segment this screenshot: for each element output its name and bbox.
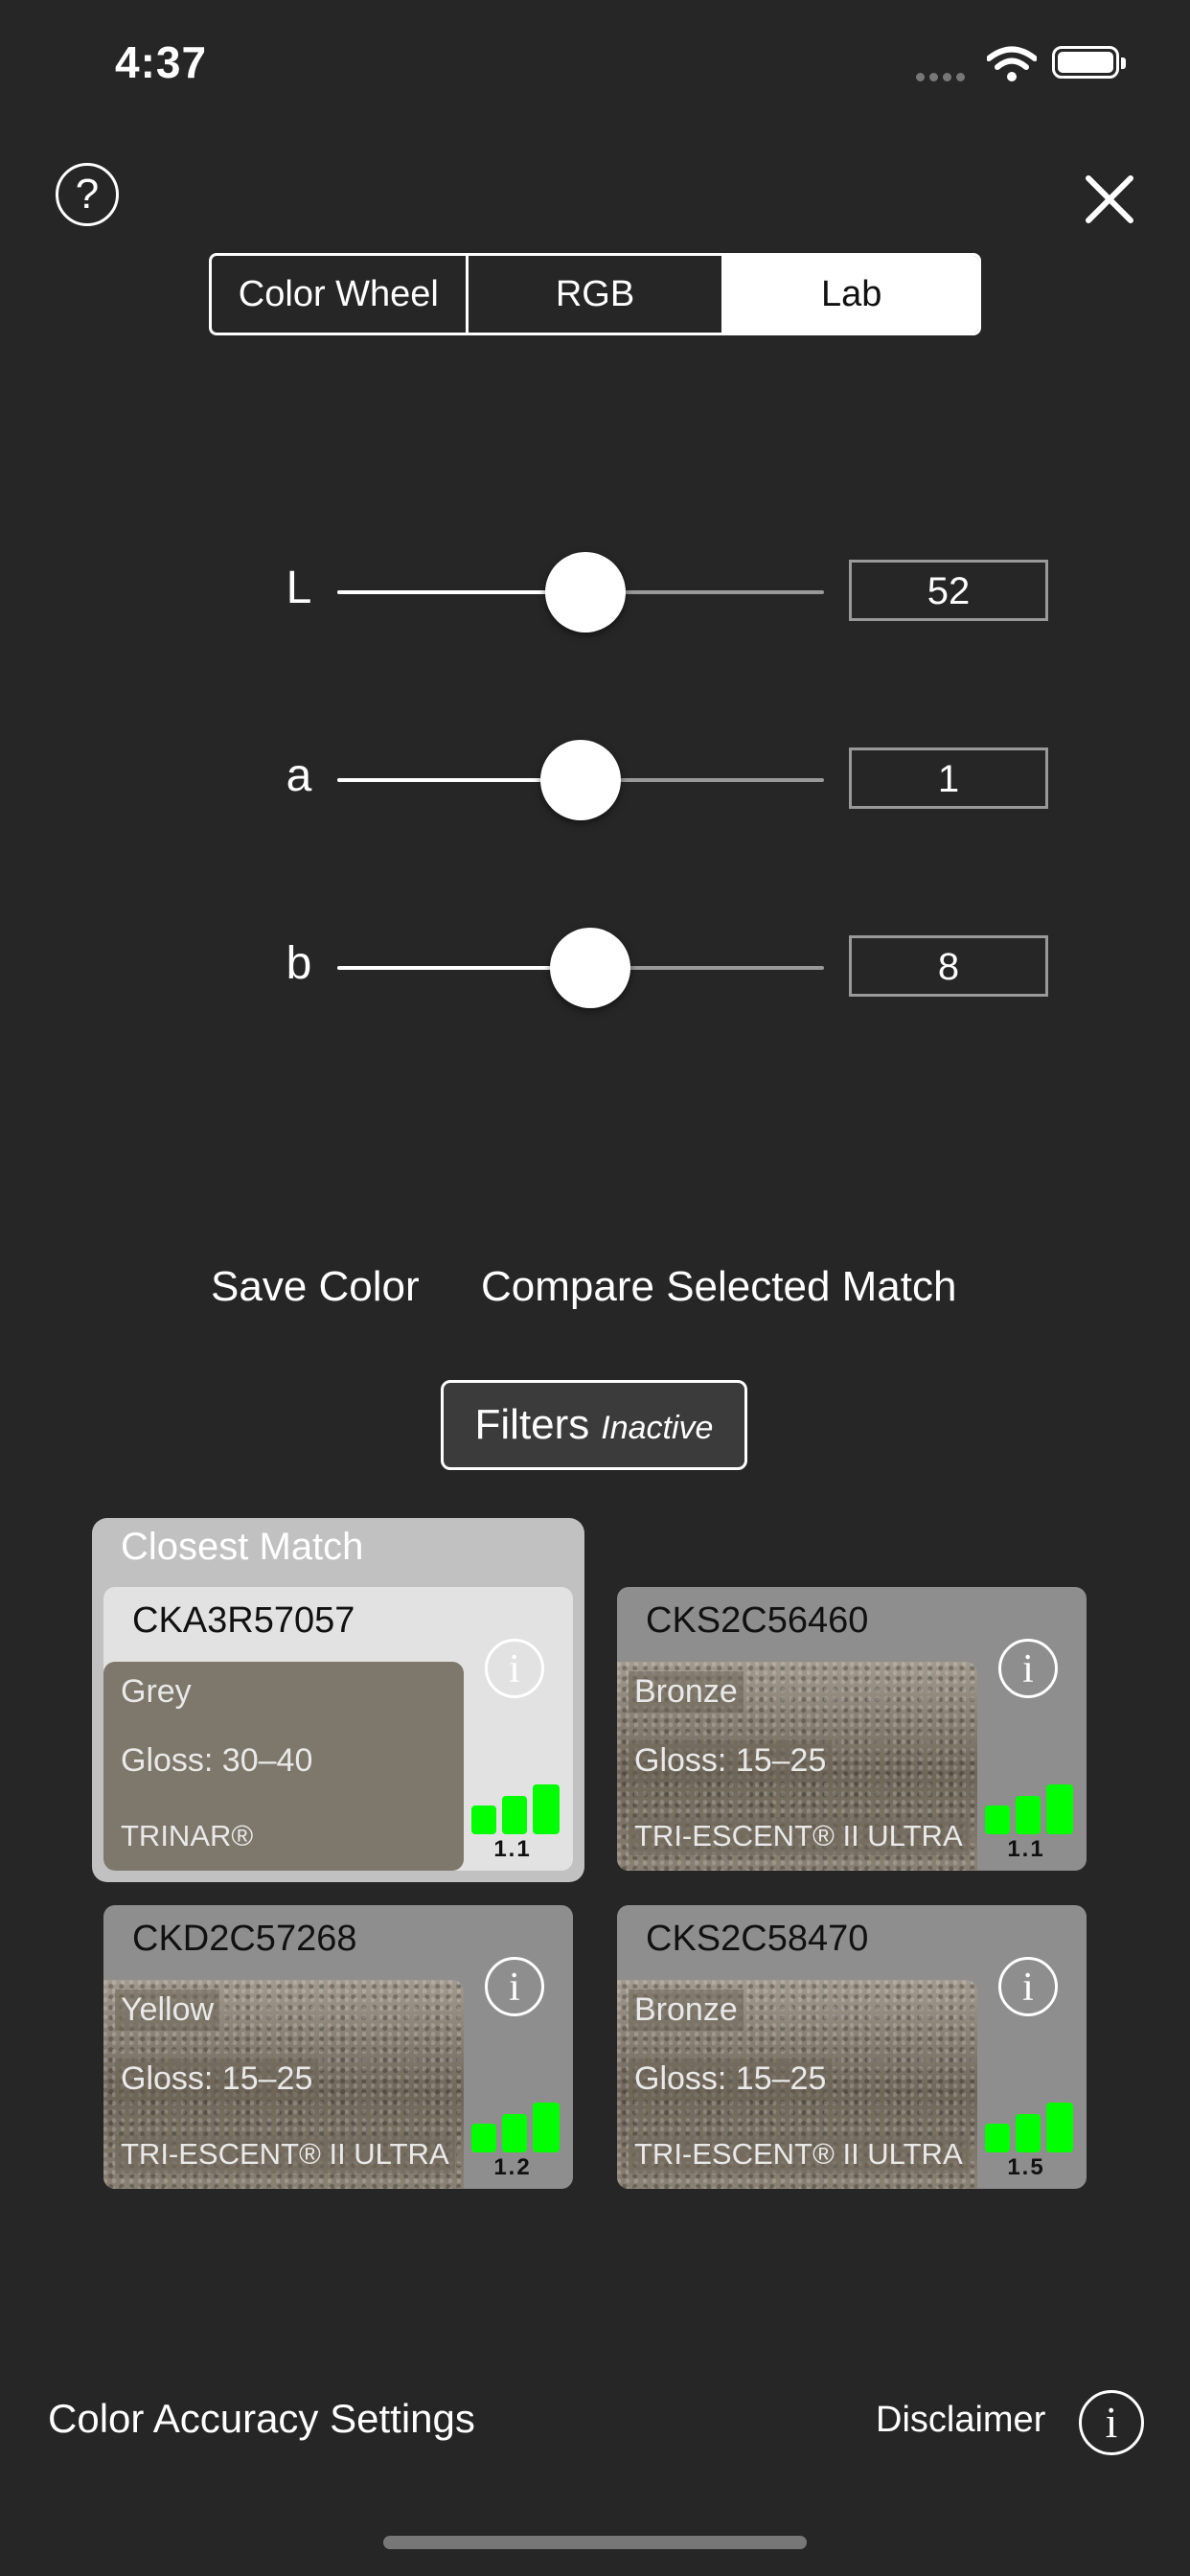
compare-selected-match-button[interactable]: Compare Selected Match [481,1263,956,1311]
info-button[interactable]: i [998,1639,1058,1698]
match-score: 1.1 [493,1836,532,1862]
info-button[interactable]: i [485,1957,544,2016]
tab-color-wheel[interactable]: Color Wheel [212,256,469,333]
help-button[interactable]: ? [56,163,119,226]
match-card[interactable]: CKS2C58470 Bronze Gloss: 15–25 TRI-ESCENT® … [617,1905,1087,2189]
color-swatch: Grey Gloss: 30–40 TRINAR® [103,1662,464,1871]
color-name: Yellow [115,1990,220,2031]
status-time: 4:37 [115,37,208,87]
color-name: Bronze [629,1671,744,1713]
slider-L[interactable] [337,552,824,632]
product-line: TRI-ESCENT® II ULTRA [115,2135,455,2174]
color-swatch: Yellow Gloss: 15–25 TRI-ESCENT® II ULTRA [103,1980,464,2189]
match-bar [1016,1796,1041,1834]
disclaimer-link[interactable]: Disclaimer [876,2400,1045,2441]
match-quality-bars-icon [471,2103,563,2152]
save-color-button[interactable]: Save Color [211,1263,420,1311]
color-swatch: Bronze Gloss: 15–25 TRI-ESCENT® II ULTRA [617,1980,977,2189]
gloss-range: Gloss: 15–25 [629,1740,833,1782]
match-score: 1.2 [493,2154,532,2180]
filters-label: Filters [474,1401,590,1448]
closest-match-card[interactable]: CKA3R57057 Grey Gloss: 30–40 TRINAR® i 1.1 [103,1587,573,1871]
filters-button[interactable]: Filters Inactive [441,1380,747,1470]
product-line: TRI-ESCENT® II ULTRA [629,2135,969,2174]
match-score: 1.5 [1007,2154,1045,2180]
info-icon: i [1022,1647,1034,1691]
slider-value-field-b[interactable]: 8 [849,935,1048,997]
color-mode-tabs: Color Wheel RGB Lab [209,253,981,335]
match-quality-bars-icon [471,1784,563,1834]
info-button[interactable]: i [485,1639,544,1698]
slider-thumb[interactable] [540,740,621,820]
info-icon: i [509,1966,520,2010]
question-circle-icon: ? [75,171,100,218]
match-quality-bars-icon [985,1784,1077,1834]
battery-icon [1052,46,1126,79]
slider-thumb[interactable] [550,928,631,1008]
match-card[interactable]: CKD2C57268 Yellow Gloss: 15–25 TRI-ESCENT® … [103,1905,573,2189]
slider-label-a: a [286,750,312,801]
product-line: TRINAR® [121,1819,254,1852]
match-score: 1.1 [1007,1836,1045,1862]
paint-code: CKA3R57057 [132,1600,355,1641]
slider-a[interactable] [337,740,824,820]
paint-code: CKS2C56460 [646,1600,869,1641]
home-indicator[interactable] [383,2536,807,2549]
color-name: Grey [121,1673,192,1710]
slider-thumb[interactable] [545,552,627,632]
tab-rgb[interactable]: RGB [469,256,725,333]
filters-status: Inactive [601,1410,714,1446]
disclaimer-info-button[interactable]: i [1079,2390,1144,2455]
match-bar [533,1784,560,1834]
paint-code: CKS2C58470 [646,1919,869,1959]
match-quality-bars-icon [985,2103,1077,2152]
gloss-range: Gloss: 15–25 [115,2058,319,2100]
match-bar [1016,2114,1041,2152]
match-bar [985,2124,1010,2152]
match-bar [471,1806,496,1834]
slider-label-b: b [286,938,312,989]
closest-match-title: Closest Match [121,1526,364,1568]
tab-lab[interactable]: Lab [724,256,978,333]
slider-value-field-a[interactable]: 1 [849,748,1048,809]
info-icon: i [1022,1966,1034,2010]
match-bar [471,2124,496,2152]
close-button[interactable] [1081,171,1138,228]
match-bar [985,1806,1010,1834]
paint-code: CKD2C57268 [132,1919,357,1959]
info-button[interactable]: i [998,1957,1058,2016]
product-line: TRI-ESCENT® II ULTRA [629,1817,969,1855]
match-bar [1046,1784,1073,1834]
match-bar [502,2114,527,2152]
match-bar [502,1796,527,1834]
cellular-signal-icon [916,69,970,86]
color-accuracy-settings-link[interactable]: Color Accuracy Settings [48,2396,475,2442]
close-icon [1086,175,1133,223]
slider-label-L: L [286,563,312,613]
color-swatch: Bronze Gloss: 15–25 TRI-ESCENT® II ULTRA [617,1662,977,1871]
match-bar [1046,2103,1073,2152]
gloss-range: Gloss: 30–40 [121,1742,313,1779]
slider-b[interactable] [337,928,824,1008]
info-icon: i [1105,2398,1118,2447]
gloss-range: Gloss: 15–25 [629,2058,833,2100]
color-name: Bronze [629,1990,744,2031]
match-card[interactable]: CKS2C56460 Bronze Gloss: 15–25 TRI-ESCENT® … [617,1587,1087,1871]
slider-value-field-L[interactable]: 52 [849,560,1048,621]
info-icon: i [509,1647,520,1691]
match-bar [533,2103,560,2152]
wifi-icon [987,46,1037,81]
